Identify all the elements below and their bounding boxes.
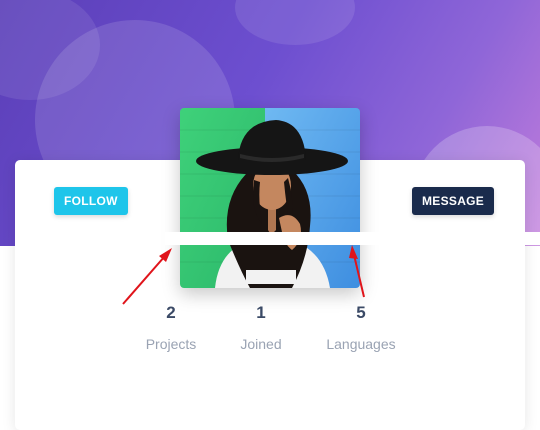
arrow-right-head-icon [349,245,358,259]
arrow-left-icon [122,255,166,305]
annotation-arrows [122,245,365,305]
arrow-right-icon [353,254,365,298]
